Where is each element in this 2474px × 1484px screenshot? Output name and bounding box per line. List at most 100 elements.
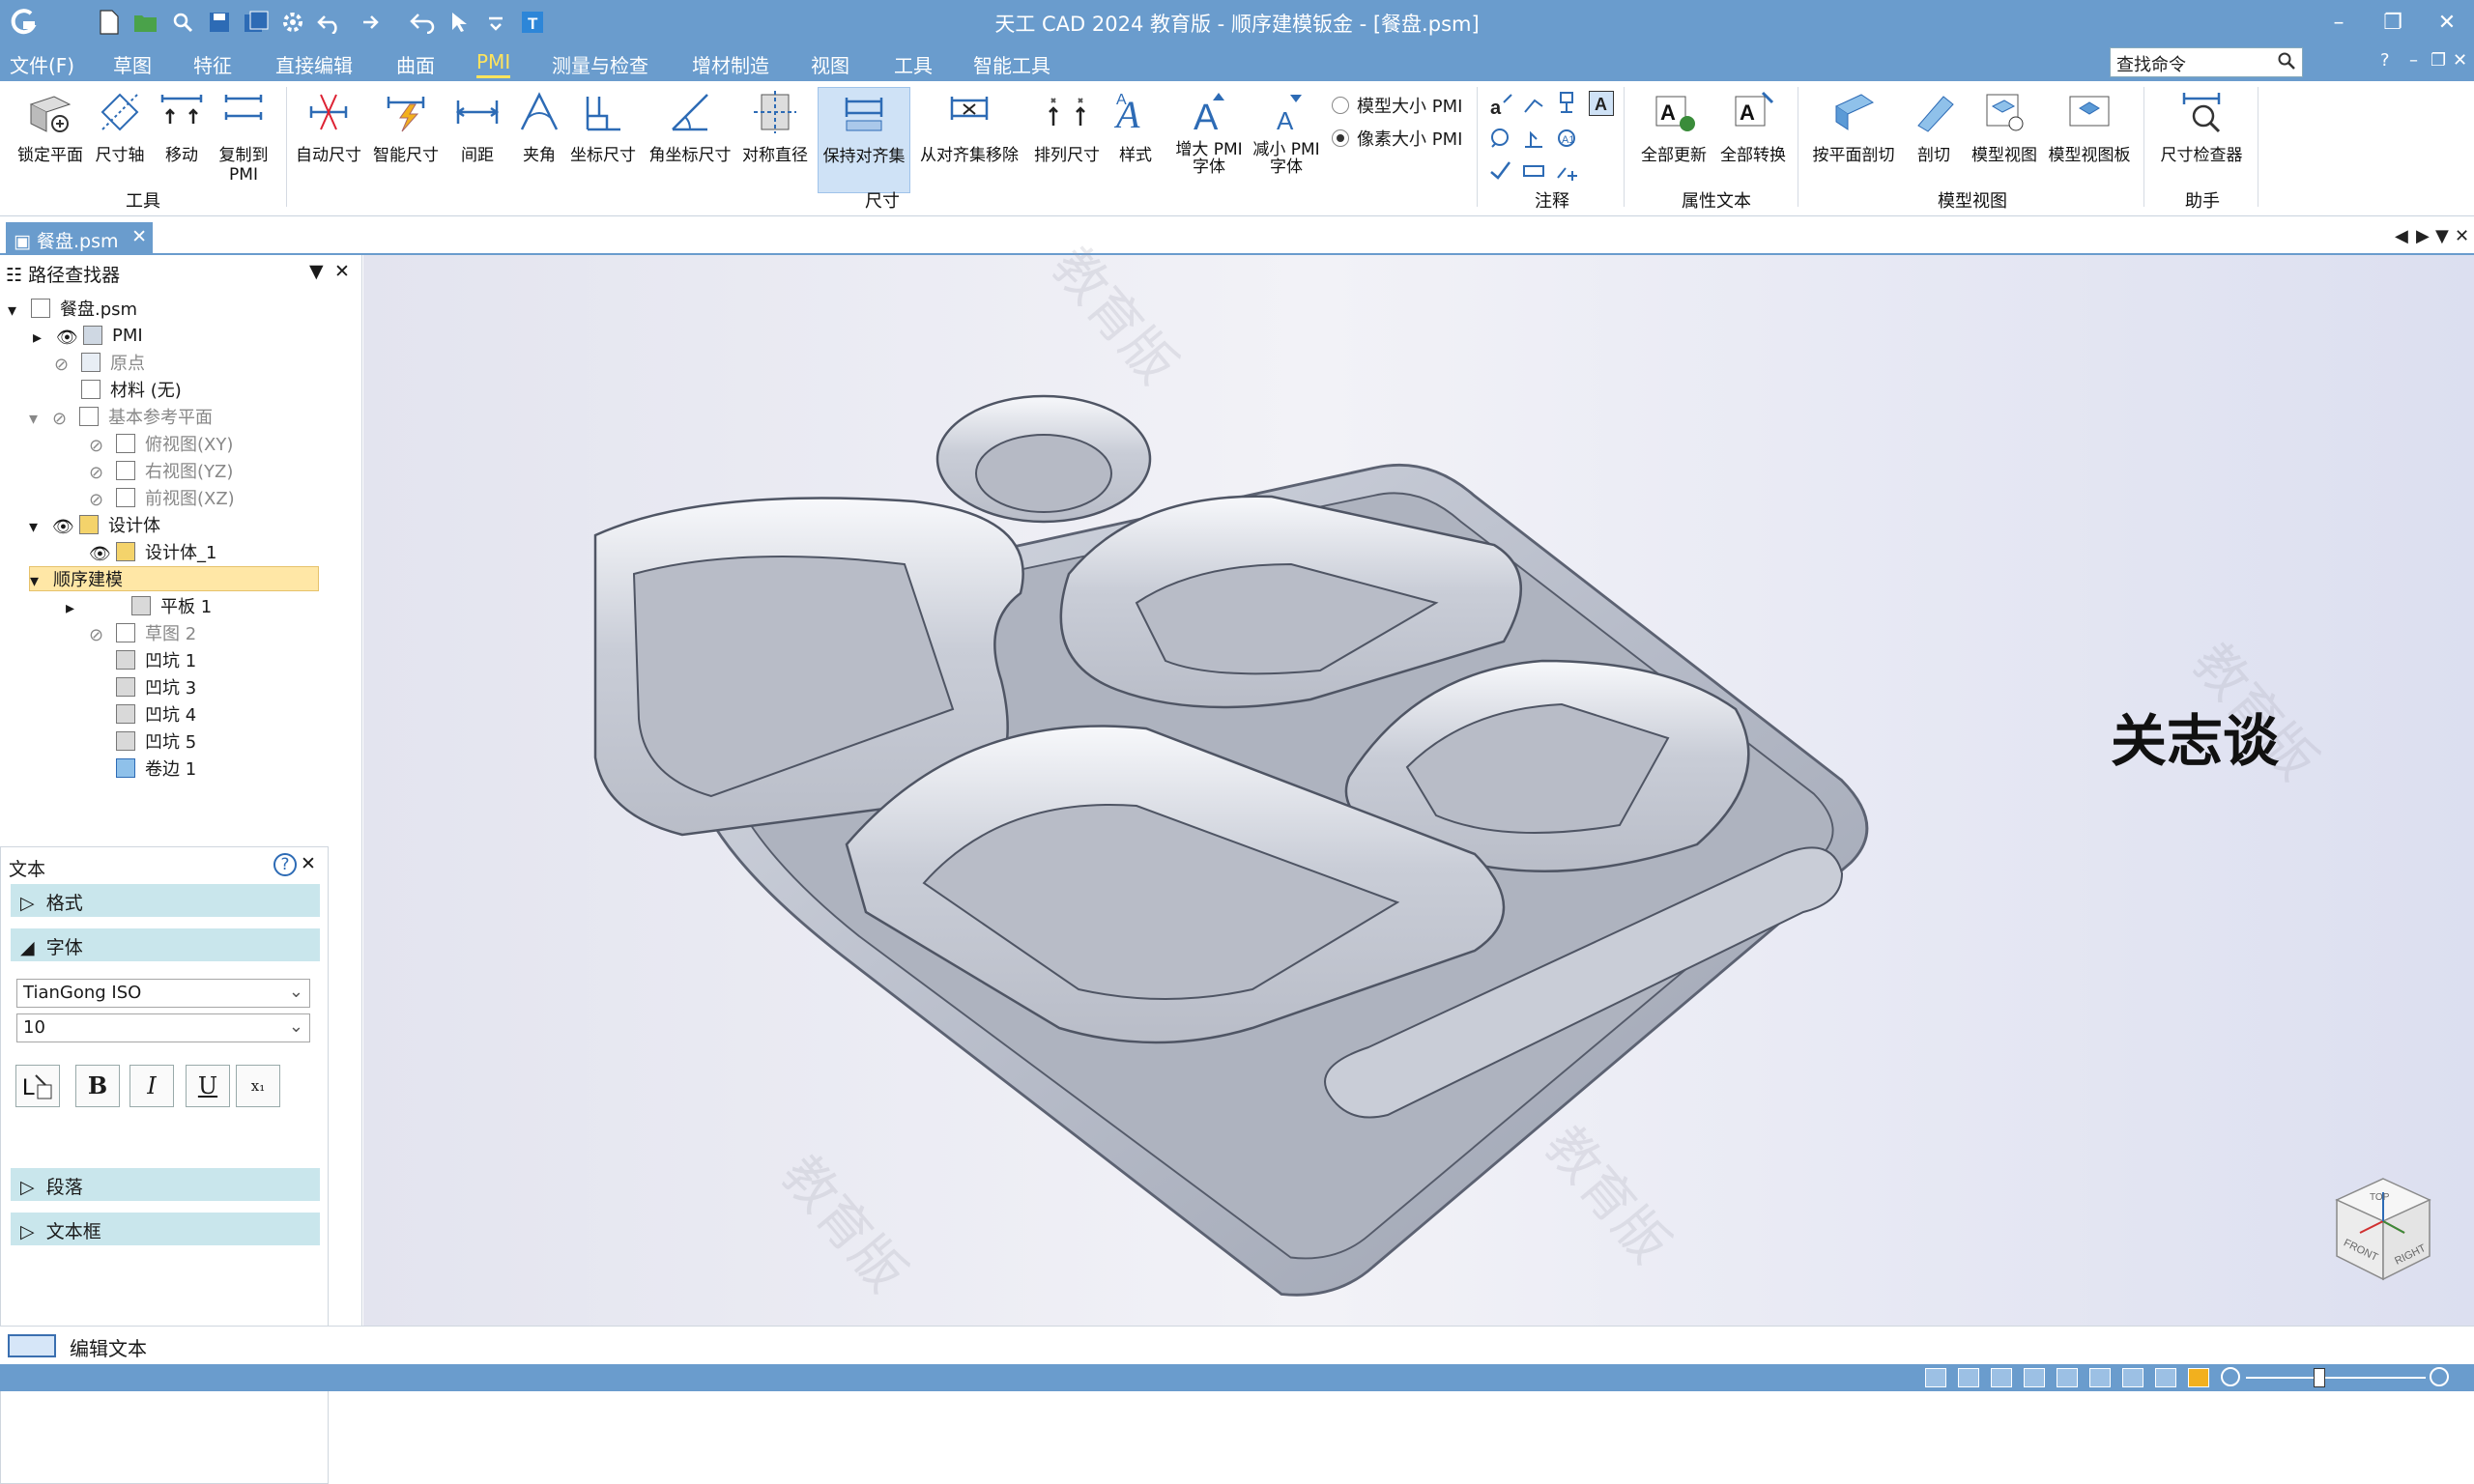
- annotation-surface-icon[interactable]: [1521, 126, 1546, 151]
- keep-alignment-set-button[interactable]: 保持对齐集: [818, 87, 910, 193]
- hidden-eye-icon[interactable]: ⊘: [89, 436, 110, 456]
- pmi-text-annotation[interactable]: 关志谈: [2111, 696, 2279, 777]
- tree-node-origin[interactable]: ⊘ 原点: [54, 350, 145, 375]
- menu-tools[interactable]: 工具: [894, 50, 933, 78]
- style-icon[interactable]: [2188, 1368, 2209, 1387]
- document-tab[interactable]: ▣ 餐盘.psm ✕: [6, 222, 153, 253]
- section-cut-button[interactable]: 剖切: [1900, 87, 1968, 193]
- section-format[interactable]: ▷ 格式: [11, 884, 320, 917]
- menu-measure[interactable]: 测量与检查: [552, 50, 648, 78]
- menu-surface[interactable]: 曲面: [396, 50, 435, 78]
- tree-node-dimple-3[interactable]: 凹坑 3: [116, 674, 196, 699]
- menu-sketch[interactable]: 草图: [113, 50, 152, 78]
- auto-dimension-button[interactable]: 自动尺寸: [292, 87, 365, 193]
- command-search-input[interactable]: 查找命令: [2110, 47, 2303, 77]
- pixel-size-pmi-radio[interactable]: 像素大小 PMI: [1332, 126, 1462, 151]
- collapse-icon[interactable]: ▾: [29, 517, 44, 537]
- zoom-out-icon[interactable]: [2221, 1367, 2240, 1386]
- zoom-icon[interactable]: [1991, 1368, 2012, 1387]
- panel-menu-icon[interactable]: ▼: [309, 261, 324, 282]
- collapse-icon[interactable]: ▾: [8, 300, 23, 321]
- annotation-text-icon[interactable]: A: [1589, 91, 1614, 116]
- close-tab-icon[interactable]: ✕: [131, 226, 147, 247]
- tree-node-ordered-modeling[interactable]: ▾ 顺序建模: [29, 566, 319, 591]
- update-all-button[interactable]: A 全部更新: [1637, 87, 1711, 193]
- menu-file[interactable]: 文件(F): [10, 50, 74, 78]
- expand-icon[interactable]: ▸: [33, 328, 48, 348]
- hidden-eye-icon[interactable]: ⊘: [89, 490, 110, 510]
- panel-close-icon[interactable]: ✕: [334, 261, 350, 282]
- remove-from-alignment-button[interactable]: 从对齐集移除: [916, 87, 1022, 193]
- tree-node-sketch-2[interactable]: ⊘ 草图 2: [89, 620, 196, 645]
- font-size-select[interactable]: 10 ⌄: [16, 1013, 310, 1042]
- rotate-icon[interactable]: [2089, 1368, 2111, 1387]
- view-tool-icon[interactable]: [1925, 1368, 1946, 1387]
- tree-node-top-plane[interactable]: ⊘ 俯视图(XY): [89, 431, 233, 456]
- decrease-pmi-font-button[interactable]: A 减小 PMI 字体: [1247, 87, 1326, 193]
- tree-node-design-body[interactable]: ▾ 👁 设计体: [29, 512, 160, 537]
- view-tool-icon[interactable]: [1958, 1368, 1979, 1387]
- tree-node-root[interactable]: ▾ 餐盘.psm: [8, 296, 137, 321]
- font-family-select[interactable]: TianGong ISO ⌄: [16, 979, 310, 1008]
- angular-coordinate-button[interactable]: 角坐标尺寸: [646, 87, 734, 193]
- lock-plane-button[interactable]: 锁定平面: [14, 87, 87, 193]
- visible-eye-icon[interactable]: 👁: [56, 328, 78, 348]
- panel-close-icon[interactable]: ✕: [301, 853, 316, 874]
- view-orient-icon[interactable]: [2122, 1368, 2143, 1387]
- close-button[interactable]: ✕: [2420, 0, 2474, 44]
- hidden-eye-icon[interactable]: ⊘: [52, 409, 73, 429]
- restore-button[interactable]: ❐: [2366, 0, 2420, 44]
- style-button[interactable]: A A 样式: [1102, 87, 1169, 193]
- tree-node-ref-planes[interactable]: ▾ ⊘ 基本参考平面: [29, 404, 213, 429]
- underline-button[interactable]: U: [186, 1065, 230, 1107]
- arrange-dimensions-button[interactable]: 排列尺寸: [1030, 87, 1104, 193]
- pan-icon[interactable]: [2057, 1368, 2078, 1387]
- render-icon[interactable]: [2155, 1368, 2176, 1387]
- ribbon-restore-icon[interactable]: ❐: [2431, 50, 2446, 71]
- annotation-check-icon[interactable]: [1488, 158, 1513, 184]
- menu-additive[interactable]: 增材制造: [692, 50, 769, 78]
- text-color-button[interactable]: L: [15, 1065, 60, 1107]
- view-cube[interactable]: TOP FRONT RIGHT: [2325, 1171, 2441, 1287]
- collapse-icon[interactable]: ▾: [29, 409, 44, 429]
- 3d-viewport[interactable]: 教育版 教育版 教育版 教育版 关志谈 TOP FRONT RIGHT: [363, 236, 2474, 1326]
- increase-pmi-font-button[interactable]: A 增大 PMI 字体: [1169, 87, 1249, 193]
- minimize-button[interactable]: –: [2312, 0, 2366, 44]
- model-size-pmi-radio[interactable]: 模型大小 PMI: [1332, 93, 1462, 118]
- ribbon-minimize-icon[interactable]: –: [2409, 50, 2418, 71]
- annotation-leader-icon[interactable]: a: [1488, 93, 1513, 119]
- visible-eye-icon[interactable]: 👁: [52, 517, 74, 537]
- zoom-slider-track[interactable]: [2246, 1377, 2426, 1379]
- tree-node-pmi[interactable]: ▸ 👁 PMI: [33, 323, 143, 349]
- model-view-board-button[interactable]: 模型视图板: [2043, 87, 2136, 193]
- ribbon-close-icon[interactable]: ✕: [2453, 50, 2467, 71]
- tab-list-icon[interactable]: ▼: [2435, 226, 2449, 246]
- expand-icon[interactable]: ▸: [66, 598, 81, 618]
- tree-node-hem-1[interactable]: 卷边 1: [116, 756, 196, 781]
- convert-all-button[interactable]: A 全部转换: [1716, 87, 1790, 193]
- annotation-weld-icon[interactable]: [1488, 126, 1513, 151]
- section-paragraph[interactable]: ▷ 段落: [11, 1168, 320, 1201]
- annotation-datum-icon[interactable]: [1554, 91, 1579, 116]
- tree-node-dimple-1[interactable]: 凹坑 1: [116, 647, 196, 672]
- annotation-feature-icon[interactable]: A1: [1554, 126, 1579, 151]
- menu-pmi[interactable]: PMI: [476, 50, 511, 78]
- tree-node-dimple-5[interactable]: 凹坑 5: [116, 728, 196, 754]
- tree-node-tab-1[interactable]: ▸ 平板 1: [66, 593, 212, 618]
- command-bar-icon[interactable]: [8, 1334, 56, 1357]
- tab-close-all-icon[interactable]: ✕: [2455, 226, 2469, 246]
- fit-view-icon[interactable]: [2024, 1368, 2045, 1387]
- subscript-button[interactable]: x₁: [236, 1065, 280, 1107]
- angle-button[interactable]: 夹角: [503, 87, 576, 193]
- hidden-eye-icon[interactable]: ⊘: [89, 463, 110, 483]
- tray-model[interactable]: [363, 255, 2474, 1326]
- copy-to-pmi-button[interactable]: 复制到 PMI: [207, 87, 280, 193]
- tree-node-right-plane[interactable]: ⊘ 右视图(YZ): [89, 458, 233, 483]
- annotation-callout-icon[interactable]: [1521, 93, 1546, 118]
- bold-button[interactable]: B: [75, 1065, 120, 1107]
- dimension-inspector-button[interactable]: 尺寸检查器: [2151, 87, 2252, 193]
- hidden-eye-icon[interactable]: ⊘: [54, 355, 75, 375]
- annotation-add-icon[interactable]: [1554, 158, 1579, 184]
- annotation-frame-icon[interactable]: [1521, 158, 1546, 184]
- tree-node-front-plane[interactable]: ⊘ 前视图(XZ): [89, 485, 235, 510]
